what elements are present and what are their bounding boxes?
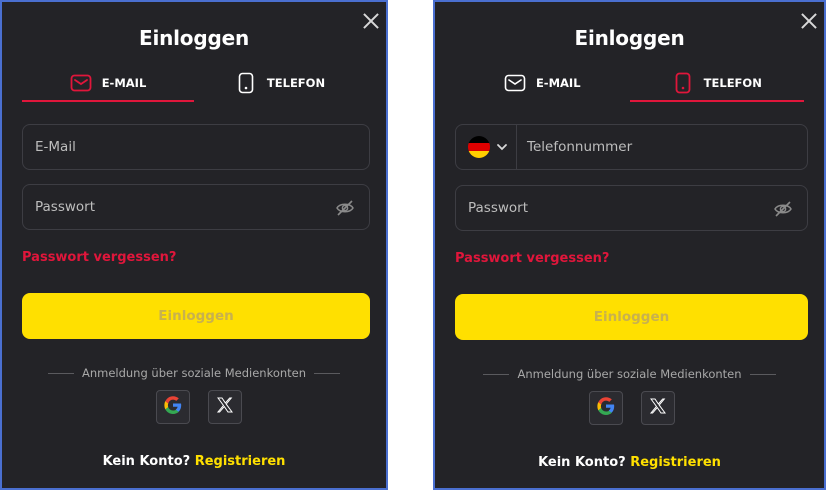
social-login-label: Anmeldung über soziale Medienkonten	[517, 367, 742, 381]
tab-email-label: E-MAIL	[535, 76, 581, 90]
forgot-password-link[interactable]: Passwort vergessen?	[22, 250, 176, 265]
mail-icon	[70, 72, 92, 94]
germany-flag-icon	[468, 136, 490, 158]
x-icon	[649, 398, 666, 418]
eye-off-icon[interactable]	[335, 198, 355, 218]
login-button-label: Einloggen	[593, 309, 670, 325]
tab-telefon[interactable]: TELEFON	[629, 64, 805, 102]
login-button[interactable]: Einloggen	[22, 293, 370, 339]
tab-email-label: E-MAIL	[101, 76, 147, 90]
login-dialog-email: Einloggen E-MAIL TELEFON E-Mail Passwort…	[0, 0, 388, 490]
x-login-button[interactable]	[208, 390, 242, 424]
phone-placeholder: Telefonnummer	[527, 139, 633, 155]
tab-telefon[interactable]: TELEFON	[194, 64, 366, 102]
phone-icon	[235, 72, 257, 94]
password-field[interactable]: Passwort	[455, 185, 808, 231]
google-login-button[interactable]	[156, 390, 190, 424]
login-tabs: E-MAIL TELEFON	[455, 64, 804, 102]
tab-email[interactable]: E-MAIL	[22, 64, 194, 102]
social-login-divider: Anmeldung über soziale Medienkonten	[435, 367, 824, 381]
phone-icon	[672, 72, 694, 94]
password-placeholder: Passwort	[468, 200, 529, 216]
chevron-down-icon	[496, 139, 508, 155]
dialog-title: Einloggen	[139, 26, 249, 50]
dialog-title: Einloggen	[574, 26, 685, 50]
phone-field[interactable]: Telefonnummer	[455, 124, 808, 170]
no-account-text: Kein Konto?	[102, 454, 191, 469]
social-login-label: Anmeldung über soziale Medienkonten	[81, 366, 307, 380]
google-icon	[597, 397, 615, 419]
forgot-password-link[interactable]: Passwort vergessen?	[455, 251, 609, 266]
x-login-button[interactable]	[641, 391, 675, 425]
no-account-text: Kein Konto?	[538, 455, 626, 470]
register-link[interactable]: Registrieren	[195, 454, 286, 469]
tab-telefon-label: TELEFON	[266, 76, 326, 90]
register-prompt: Kein Konto? Registrieren	[435, 455, 824, 470]
tab-email[interactable]: E-MAIL	[455, 64, 630, 102]
register-link[interactable]: Registrieren	[630, 455, 721, 470]
login-dialog-phone: Einloggen E-MAIL TELEFON Telefonnummer P…	[433, 0, 826, 490]
register-prompt: Kein Konto? Registrieren	[2, 454, 386, 469]
tab-telefon-label: TELEFON	[703, 76, 762, 90]
country-select[interactable]	[468, 125, 517, 169]
google-login-button[interactable]	[589, 391, 623, 425]
mail-icon	[504, 72, 526, 94]
email-field[interactable]: E-Mail	[22, 124, 370, 170]
login-button-label: Einloggen	[158, 308, 234, 324]
login-tabs: E-MAIL TELEFON	[22, 64, 366, 102]
email-placeholder: E-Mail	[35, 139, 76, 155]
login-button[interactable]: Einloggen	[455, 294, 808, 340]
social-login-divider: Anmeldung über soziale Medienkonten	[2, 366, 386, 380]
eye-off-icon[interactable]	[773, 199, 793, 219]
x-icon	[216, 397, 233, 417]
password-placeholder: Passwort	[35, 199, 96, 215]
google-icon	[164, 396, 182, 418]
password-field[interactable]: Passwort	[22, 184, 370, 230]
